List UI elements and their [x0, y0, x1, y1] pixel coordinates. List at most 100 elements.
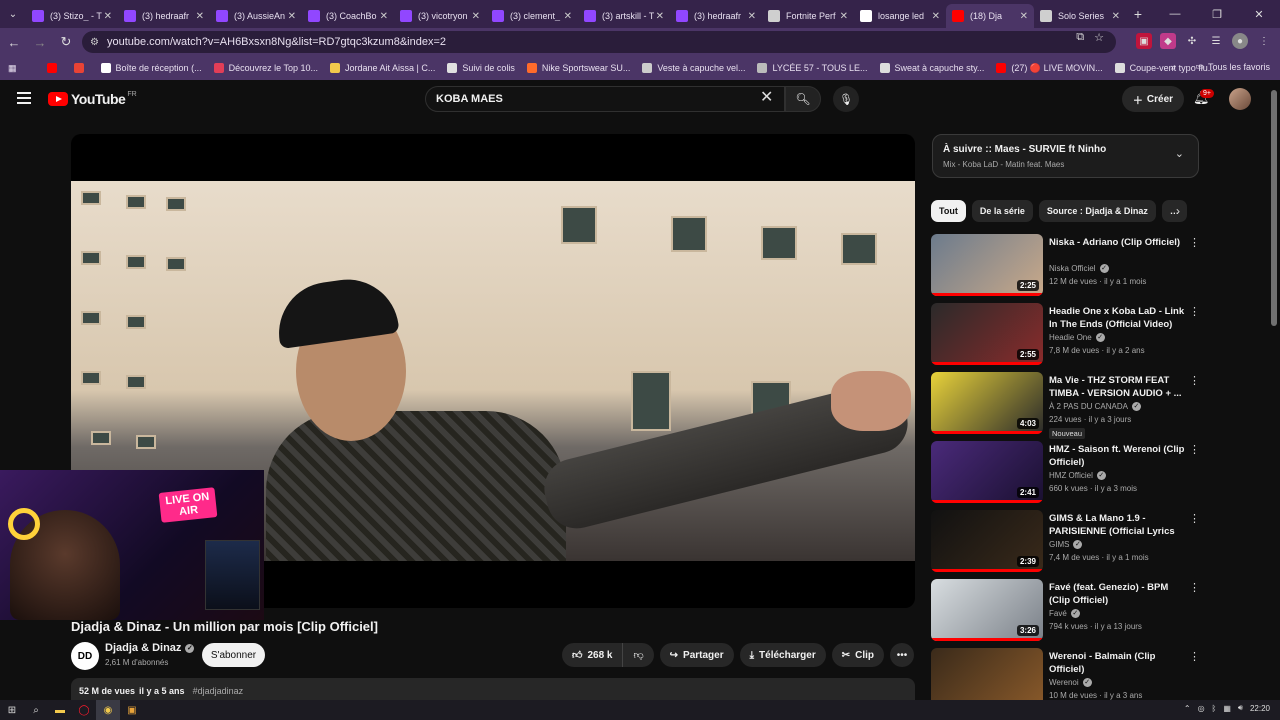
video-thumbnail[interactable]: 2:39	[931, 510, 1043, 572]
recommendation-item[interactable]: 2:25 Niska - Adriano (Clip Officiel) Niska…	[931, 234, 1203, 303]
search-taskbar-icon[interactable]: ⌕	[24, 700, 48, 720]
site-info-icon[interactable]: ⚙	[90, 37, 99, 48]
opera-icon[interactable]: ◯	[72, 700, 96, 720]
browser-tab[interactable]: losange led ✕	[854, 4, 946, 28]
bookmark-item[interactable]: Découvrez le Top 10...	[213, 63, 318, 74]
browser-tab[interactable]: (3) vicotryon ✕	[394, 4, 486, 28]
chrome-icon[interactable]: ◉	[96, 700, 120, 720]
close-tab-icon[interactable]: ✕	[748, 11, 756, 22]
filter-chip[interactable]: De la série	[971, 200, 1033, 222]
close-tab-icon[interactable]: ✕	[1112, 11, 1120, 22]
profile-icon[interactable]: ●	[1232, 33, 1248, 49]
browser-tab[interactable]: (3) hedraafr ✕	[118, 4, 210, 28]
file-explorer-icon[interactable]: ▬	[48, 700, 72, 720]
url-field[interactable]: ⚙ youtube.com/watch?v=AH6Bxsxn8Ng&list=R…	[82, 31, 1116, 53]
tab-search-icon[interactable]: ⌄	[0, 0, 26, 28]
more-vertical-icon[interactable]: ⋮	[1189, 581, 1200, 594]
app-icon[interactable]: ▣	[120, 700, 144, 720]
browser-tab[interactable]: (3) clement_ ✕	[486, 4, 578, 28]
account-avatar[interactable]	[1229, 88, 1251, 110]
bookmark-item[interactable]: Jordane Ait Aissa | C...	[329, 63, 435, 74]
like-button[interactable]: 👍︎ 268 k	[562, 643, 624, 667]
more-actions-button[interactable]: •••	[890, 643, 915, 667]
windows-start-icon[interactable]: ⊞	[0, 700, 24, 720]
browser-tab[interactable]: (3) AussieAn ✕	[210, 4, 302, 28]
browser-tab[interactable]: (3) artskill - T ✕	[578, 4, 670, 28]
more-vertical-icon[interactable]: ⋮	[1189, 374, 1200, 387]
chevron-down-icon[interactable]: ⌄	[1175, 147, 1184, 160]
video-thumbnail[interactable]: 2:41	[931, 441, 1043, 503]
bookmark-item[interactable]	[46, 63, 62, 74]
reading-list-icon[interactable]: ☰	[1208, 33, 1224, 49]
browser-tab[interactable]: (3) Stizo_ - T ✕	[26, 4, 118, 28]
clear-search-icon[interactable]: ✕	[760, 90, 773, 106]
browser-menu-icon[interactable]: ⋮	[1256, 33, 1272, 49]
recommendation-title[interactable]: Niska - Adriano (Clip Officiel)	[1049, 236, 1185, 249]
create-button[interactable]: ＋ Créer	[1122, 86, 1184, 112]
guide-menu-icon[interactable]	[17, 92, 31, 104]
recommendation-title[interactable]: HMZ - Saison ft. Werenoi (Clip Officiel)	[1049, 443, 1185, 469]
close-tab-icon[interactable]: ✕	[564, 11, 572, 22]
recommendation-channel[interactable]: À 2 PAS DU CANADA	[1049, 402, 1128, 411]
page-scrollbar[interactable]	[1271, 90, 1277, 326]
chevron-right-icon[interactable]: ›	[1176, 204, 1180, 218]
volume-icon[interactable]: 🔊︎	[1238, 703, 1243, 713]
all-bookmarks-button[interactable]: » ▭ Tous les favoris	[1170, 61, 1270, 72]
share-button[interactable]: ↪ Partager	[659, 643, 734, 667]
bookmark-item[interactable]: Sweat à capuche sty...	[879, 63, 984, 74]
bluetooth-icon[interactable]: ᛒ	[1212, 704, 1217, 713]
recommendation-title[interactable]: Favé (feat. Genezio) - BPM (Clip Officie…	[1049, 581, 1185, 607]
recommendation-title[interactable]: GIMS & La Mano 1.9 - PARISIENNE (Officia…	[1049, 512, 1185, 538]
channel-name[interactable]: Djadja & Dinaz	[105, 642, 181, 654]
network-icon[interactable]: ▦	[1223, 704, 1231, 713]
filter-chip[interactable]: …	[1161, 200, 1187, 222]
recommendation-item[interactable]: 3:26 Favé (feat. Genezio) - BPM (Clip Off…	[931, 579, 1203, 648]
mix-playlist-panel[interactable]: À suivre :: Maes - SURVIE ft Ninho Mix -…	[932, 134, 1199, 178]
apps-icon[interactable]: ▦	[8, 63, 17, 74]
forward-icon[interactable]: →	[28, 35, 52, 50]
reload-icon[interactable]: ↻	[54, 34, 78, 50]
cast-icon[interactable]: ⧉	[1076, 31, 1084, 44]
search-button[interactable]: 🔍︎	[785, 86, 821, 112]
bookmark-item[interactable]: Veste à capuche vel...	[642, 63, 745, 74]
browser-tab[interactable]: Fortnite Perf ✕	[762, 4, 854, 28]
extension-shield-icon[interactable]: ◆	[1160, 33, 1176, 49]
close-tab-icon[interactable]: ✕	[656, 11, 664, 22]
close-tab-icon[interactable]: ✕	[196, 11, 204, 22]
bookmark-item[interactable]: Boîte de réception (...	[100, 63, 202, 74]
minimize-icon[interactable]: —	[1154, 0, 1196, 28]
bookmark-item[interactable]: (27) 🔴 LIVE MOVIN...	[996, 63, 1103, 74]
browser-tab[interactable]: (3) hedraafr ✕	[670, 4, 762, 28]
dislike-button[interactable]: 👎︎	[623, 643, 653, 667]
more-vertical-icon[interactable]: ⋮	[1189, 236, 1200, 249]
close-tab-icon[interactable]: ✕	[932, 11, 940, 22]
recommendation-item[interactable]: 2:41 HMZ - Saison ft. Werenoi (Clip Offic…	[931, 441, 1203, 510]
tray-chevron-icon[interactable]: ⌃	[1184, 704, 1191, 713]
recommendation-channel[interactable]: Niska Officiel	[1049, 264, 1096, 273]
bookmark-star-icon[interactable]: ☆	[1094, 31, 1104, 44]
search-input[interactable]: KOBA MAES	[425, 86, 785, 112]
clip-button[interactable]: ✂ Clip	[831, 643, 885, 667]
recommendation-channel[interactable]: Headie One	[1049, 333, 1092, 342]
recommendation-channel[interactable]: Werenoi	[1049, 678, 1079, 687]
bookmark-item[interactable]	[73, 63, 89, 74]
bookmark-item[interactable]: Nike Sportswear SU...	[526, 63, 630, 74]
channel-name-wrapper[interactable]: Djadja & Dinaz ✓	[105, 642, 195, 654]
close-tab-icon[interactable]: ✕	[288, 11, 296, 22]
recommendation-item[interactable]: 2:39 GIMS & La Mano 1.9 - PARISIENNE (Off…	[931, 510, 1203, 579]
recommendation-channel[interactable]: GIMS	[1049, 540, 1069, 549]
download-button[interactable]: ⤓ Télécharger	[739, 643, 826, 667]
voice-search-button[interactable]: 🎙︎	[833, 86, 859, 112]
bookmark-item[interactable]: Suivi de colis	[447, 63, 515, 74]
recommendation-title[interactable]: Ma Vie - THZ STORM FEAT TIMBA - VERSION …	[1049, 374, 1185, 400]
bookmark-item[interactable]: LYCÉE 57 - TOUS LE...	[757, 63, 868, 74]
channel-avatar[interactable]: DD	[71, 642, 99, 670]
more-vertical-icon[interactable]: ⋮	[1189, 512, 1200, 525]
extension-red-icon[interactable]: ▣	[1136, 33, 1152, 49]
more-vertical-icon[interactable]: ⋮	[1189, 650, 1200, 663]
close-tab-icon[interactable]: ✕	[840, 11, 848, 22]
browser-tab[interactable]: (3) CoachBo ✕	[302, 4, 394, 28]
video-thumbnail[interactable]: 3:26	[931, 579, 1043, 641]
close-window-icon[interactable]: ✕	[1238, 0, 1280, 28]
recommendation-channel[interactable]: HMZ Officiel	[1049, 471, 1093, 480]
